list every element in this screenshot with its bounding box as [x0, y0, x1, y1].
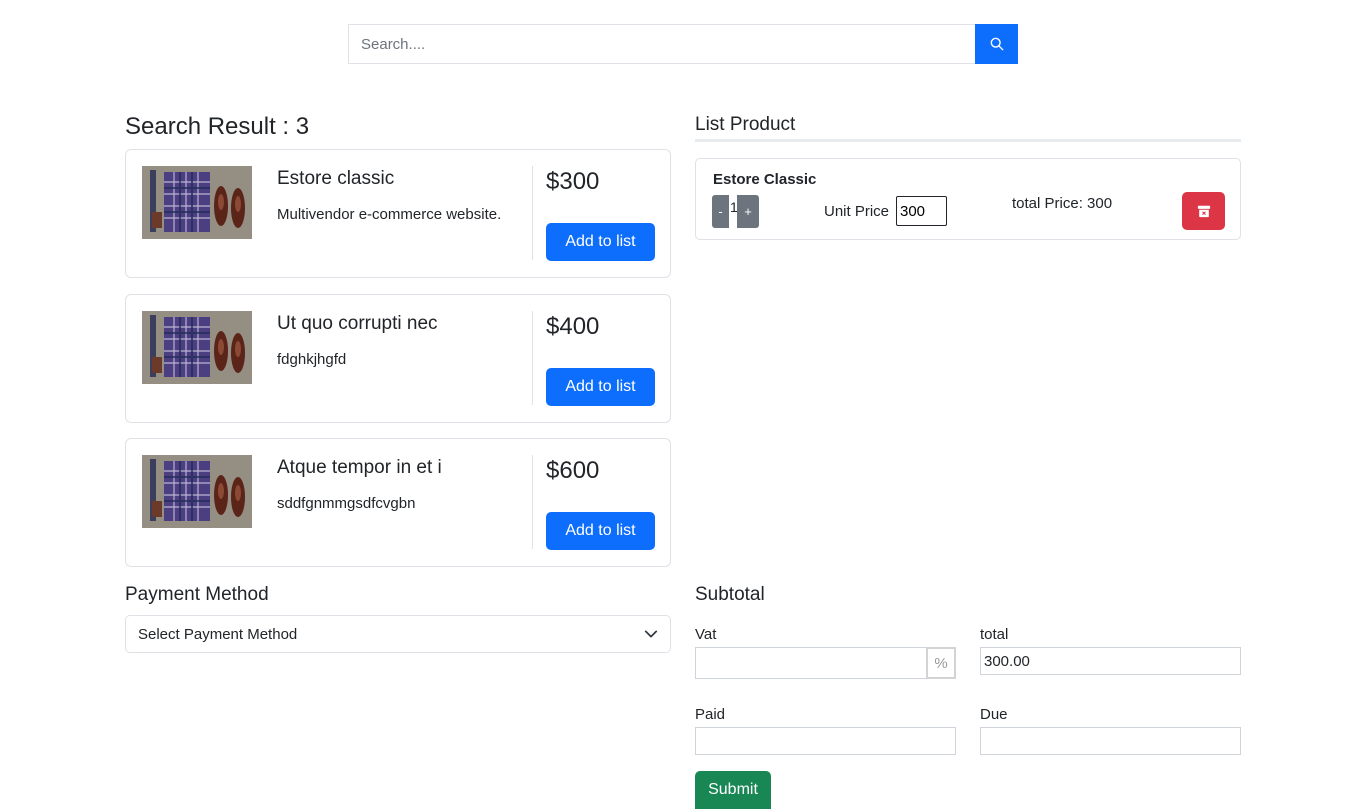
payment-method-select[interactable]: Select Payment Method: [125, 615, 671, 653]
product-name: Estore classic: [277, 168, 395, 189]
product-name: Ut quo corrupti nec: [277, 313, 438, 334]
list-item-name: Estore Classic: [713, 171, 817, 188]
paid-label: Paid: [695, 706, 726, 723]
add-to-list-button[interactable]: Add to list: [546, 512, 655, 550]
divider: [532, 311, 533, 405]
vat-percent-addon: %: [926, 647, 956, 679]
due-label: Due: [980, 706, 1008, 723]
product-image: [142, 455, 252, 528]
product-description: sddfgnmmgsdfcvgbn: [277, 495, 416, 512]
product-price: $300: [546, 168, 600, 195]
payment-method-title: Payment Method: [125, 584, 269, 605]
trash-icon: [1197, 205, 1210, 218]
product-description: fdghkjhgfd: [277, 351, 347, 368]
product-image: [142, 166, 252, 239]
chevron-down-icon: [644, 630, 658, 638]
total-label: total: [980, 626, 1009, 643]
add-to-list-button[interactable]: Add to list: [546, 368, 655, 406]
product-price: $400: [546, 313, 600, 340]
unit-price-input[interactable]: [896, 196, 947, 226]
search-icon: [990, 37, 1003, 51]
product-price: $600: [546, 457, 600, 484]
quantity-decrease-button[interactable]: -: [712, 195, 729, 228]
list-product-item: Estore Classic - 1 + Unit Price total Pr…: [695, 158, 1241, 240]
search-result-title: Search Result : 3: [125, 113, 310, 140]
list-product-divider: [695, 139, 1241, 142]
vat-input[interactable]: [695, 647, 927, 679]
quantity-value: 1: [730, 199, 738, 215]
list-product-title: List Product: [695, 114, 796, 135]
divider: [532, 166, 533, 260]
subtotal-title: Subtotal: [695, 584, 765, 605]
add-to-list-button[interactable]: Add to list: [546, 223, 655, 261]
product-description: Multivendor e-commerce website.: [277, 206, 502, 223]
product-name: Atque tempor in et i: [277, 457, 442, 478]
search-input[interactable]: [348, 24, 975, 64]
product-card: Atque tempor in et i sddfgnmmgsdfcvgbn $…: [125, 438, 671, 567]
quantity-increase-button[interactable]: +: [737, 195, 759, 228]
delete-item-button[interactable]: [1182, 192, 1225, 230]
unit-price-label: Unit Price: [824, 203, 890, 220]
product-card: Estore classic Multivendor e-commerce we…: [125, 149, 671, 278]
total-input[interactable]: [980, 647, 1241, 675]
vat-label: Vat: [695, 626, 717, 643]
search-button[interactable]: [975, 24, 1018, 64]
product-image: [142, 311, 252, 384]
due-input[interactable]: [980, 727, 1241, 755]
submit-button[interactable]: Submit: [695, 771, 771, 809]
divider: [532, 455, 533, 549]
payment-method-selected: Select Payment Method: [138, 625, 298, 643]
product-card: Ut quo corrupti nec fdghkjhgfd $400 Add …: [125, 294, 671, 423]
search-bar: [348, 24, 1018, 64]
paid-input[interactable]: [695, 727, 956, 755]
total-price-text: total Price: 300: [1012, 195, 1113, 212]
